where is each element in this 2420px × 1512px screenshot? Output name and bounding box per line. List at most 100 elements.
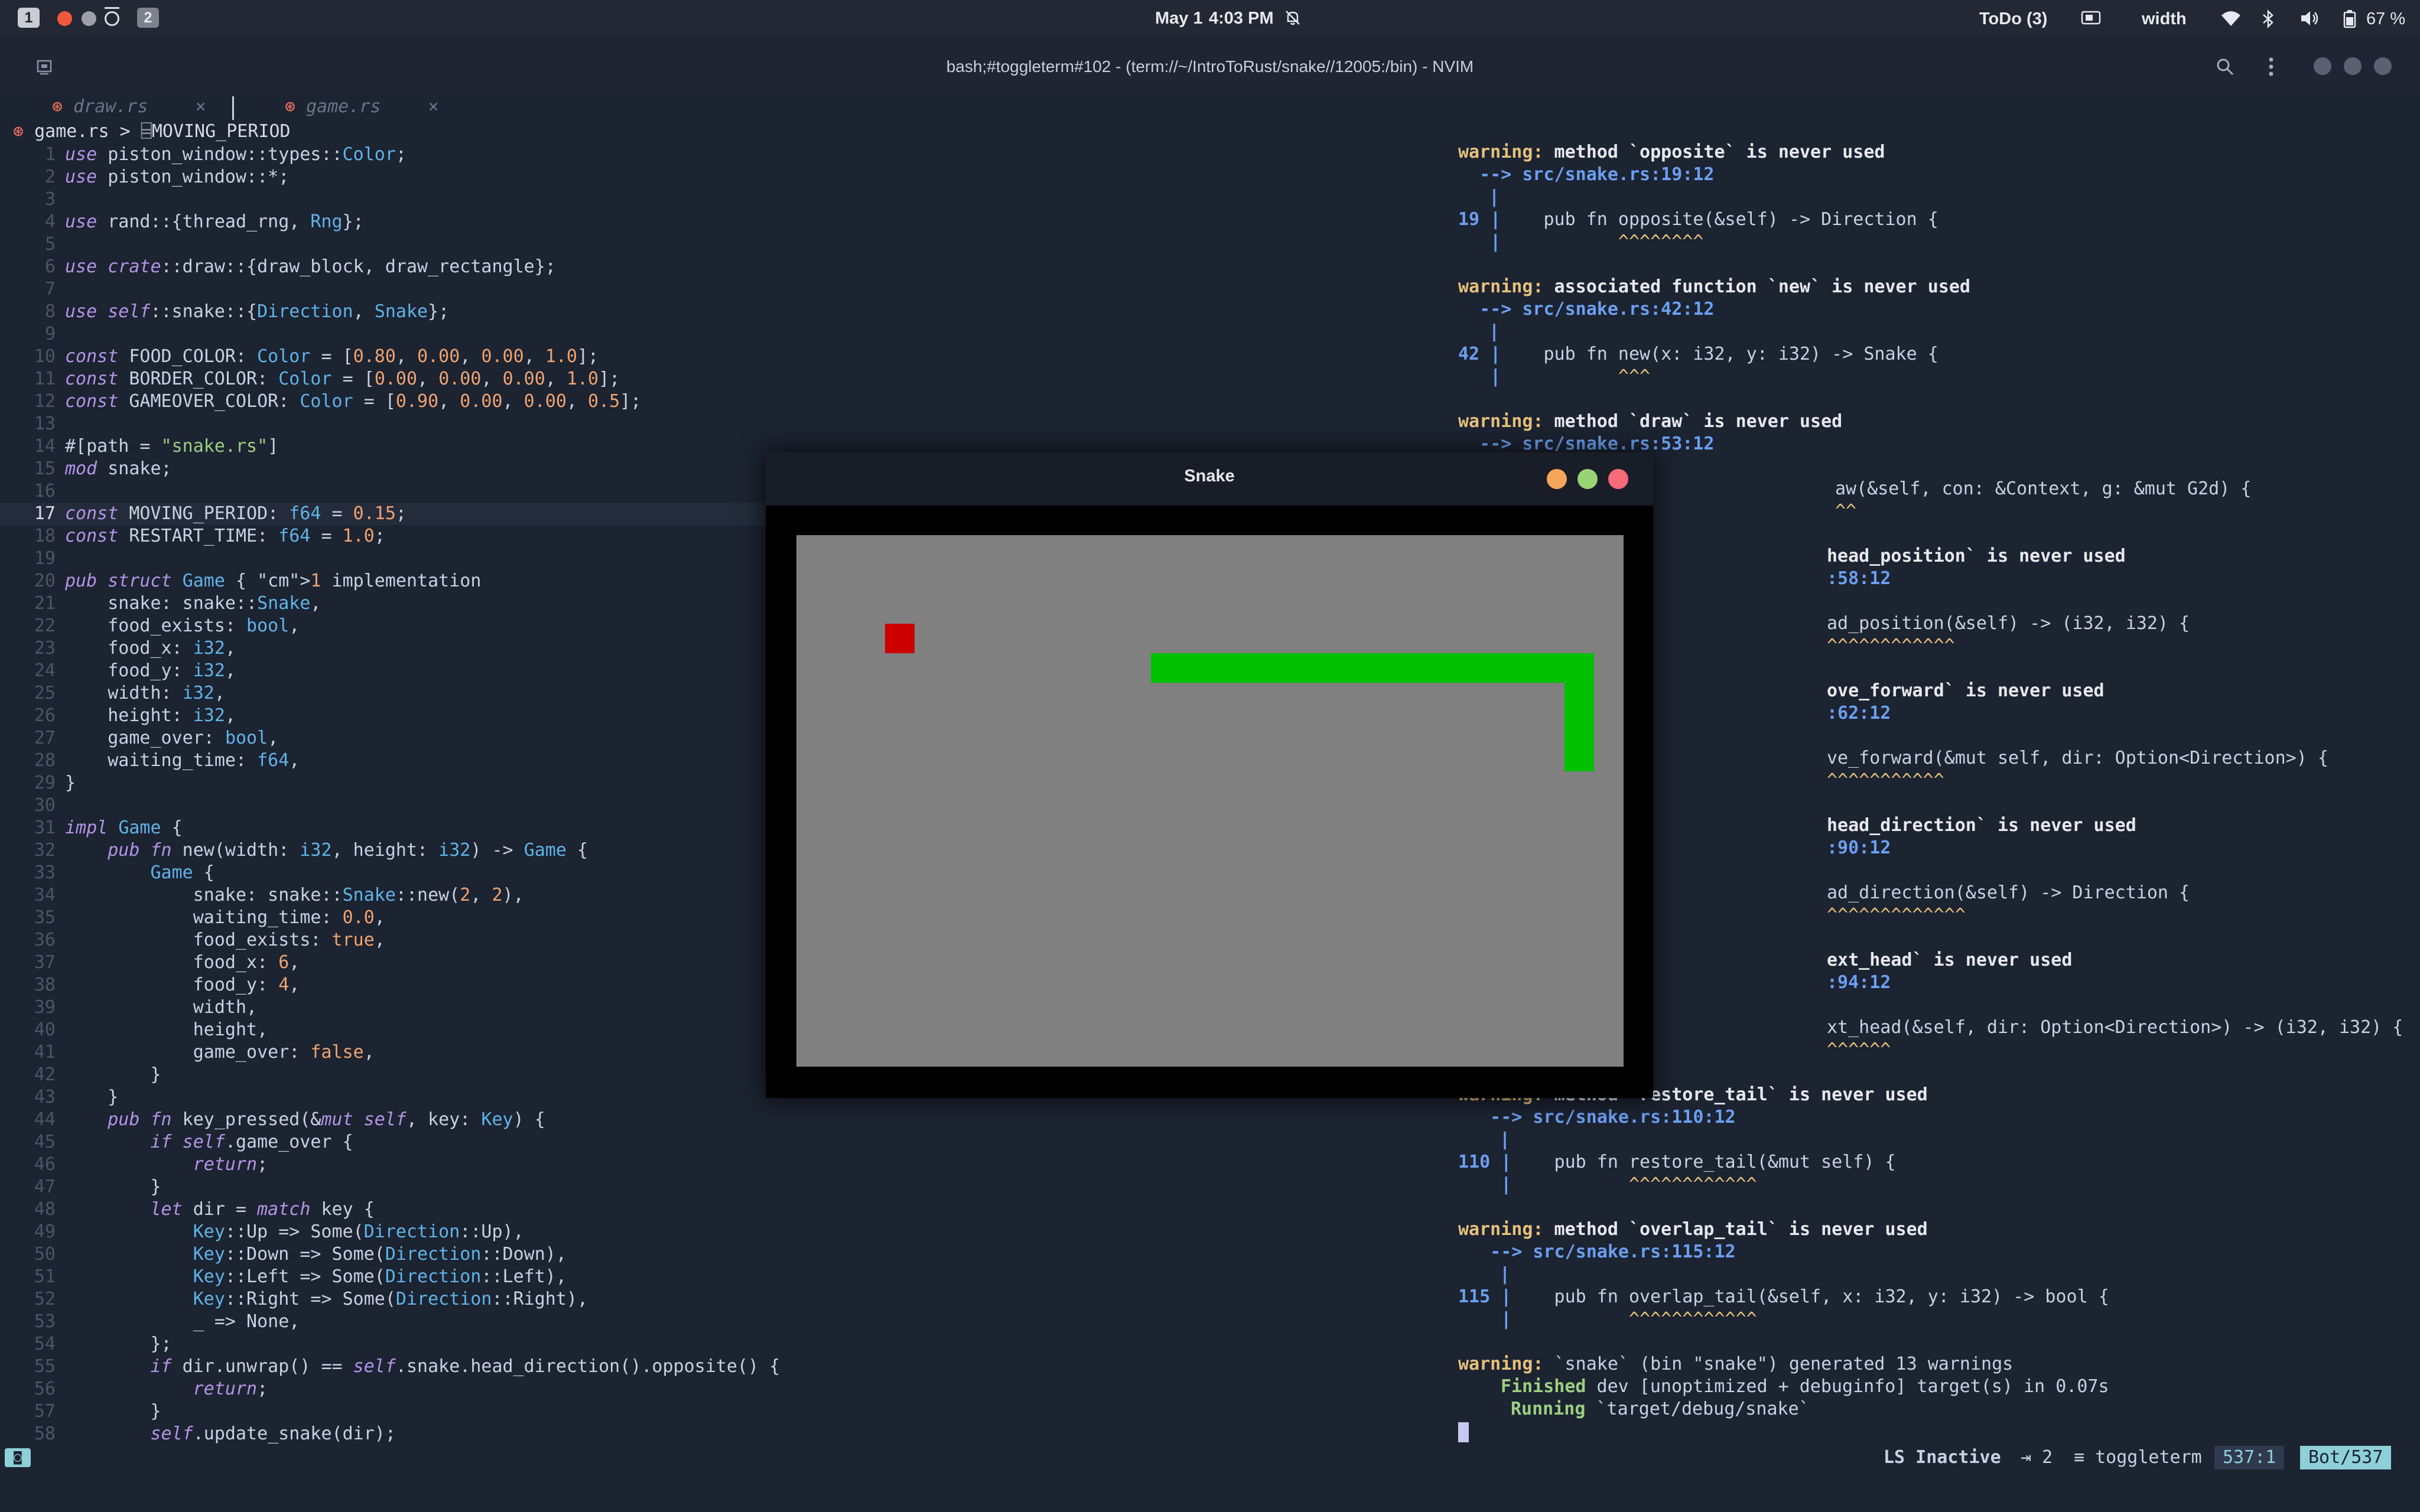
code-text[interactable]: Key::Down => Some(Direction::Down), bbox=[65, 1243, 567, 1266]
breadcrumb-file[interactable]: game.rs bbox=[34, 121, 109, 142]
code-line[interactable]: 9 bbox=[0, 323, 1418, 346]
code-text[interactable]: const RESTART_TIME: f64 = 1.0; bbox=[65, 525, 385, 548]
code-text[interactable]: } bbox=[65, 1400, 161, 1423]
code-line[interactable]: 51 Key::Left => Some(Direction::Left), bbox=[0, 1266, 1418, 1288]
code-line[interactable]: 47 } bbox=[0, 1176, 1418, 1198]
maximize-button[interactable] bbox=[1577, 469, 1598, 489]
code-text[interactable]: use rand::{thread_rng, Rng}; bbox=[65, 211, 364, 233]
code-text[interactable]: food_y: 4, bbox=[65, 974, 300, 996]
code-text[interactable]: self.update_snake(dir); bbox=[65, 1423, 396, 1445]
workspace-2-button[interactable]: 2 bbox=[137, 8, 159, 28]
tab-close-icon[interactable]: × bbox=[428, 96, 439, 117]
code-text[interactable]: if dir.unwrap() == self.snake.head_direc… bbox=[65, 1355, 780, 1378]
code-line[interactable]: 45 if self.game_over { bbox=[0, 1131, 1418, 1153]
code-text[interactable]: food_x: i32, bbox=[65, 637, 236, 660]
tab-game-rs[interactable]: ⊛ game.rs × bbox=[285, 96, 439, 121]
code-text[interactable]: use piston_window::*; bbox=[65, 166, 289, 188]
code-text[interactable]: }; bbox=[65, 1333, 171, 1355]
code-text[interactable]: impl Game { bbox=[65, 817, 183, 839]
code-text[interactable]: width: i32, bbox=[65, 682, 225, 705]
code-line[interactable]: 13 bbox=[0, 413, 1418, 435]
code-line[interactable]: 5 bbox=[0, 233, 1418, 256]
code-text[interactable]: #[path = "snake.rs"] bbox=[65, 435, 278, 458]
code-text[interactable]: height, bbox=[65, 1019, 268, 1041]
code-text[interactable]: } bbox=[65, 772, 76, 794]
close-button[interactable] bbox=[2374, 57, 2392, 75]
code-text[interactable]: waiting_time: 0.0, bbox=[65, 907, 385, 929]
code-line[interactable]: 10 const FOOD_COLOR: Color = [0.80, 0.00,… bbox=[0, 346, 1418, 368]
breadcrumb-symbol[interactable]: MOVING_PERIOD bbox=[152, 121, 291, 142]
code-text[interactable]: const GAMEOVER_COLOR: Color = [0.90, 0.0… bbox=[65, 390, 641, 413]
code-text[interactable]: pub struct Game { "cm">1 implementation bbox=[65, 570, 481, 592]
date-label[interactable]: May 1 bbox=[1155, 9, 1203, 28]
code-text[interactable]: } bbox=[65, 1064, 161, 1086]
code-text[interactable]: return; bbox=[65, 1378, 268, 1400]
code-text[interactable]: game_over: bool, bbox=[65, 727, 278, 750]
code-line[interactable]: 58 self.update_snake(dir); bbox=[0, 1423, 1418, 1445]
code-text[interactable]: Key::Right => Some(Direction::Right), bbox=[65, 1288, 588, 1311]
code-line[interactable]: 49 Key::Up => Some(Direction::Up), bbox=[0, 1221, 1418, 1243]
code-text[interactable]: food_exists: bool, bbox=[65, 615, 300, 637]
code-line[interactable]: 2 use piston_window::*; bbox=[0, 166, 1418, 188]
code-text[interactable]: Key::Left => Some(Direction::Left), bbox=[65, 1266, 567, 1288]
code-line[interactable]: 52 Key::Right => Some(Direction::Right), bbox=[0, 1288, 1418, 1311]
maximize-button[interactable] bbox=[2344, 57, 2362, 75]
code-line[interactable]: 50 Key::Down => Some(Direction::Down), bbox=[0, 1243, 1418, 1266]
code-text[interactable]: Game { bbox=[65, 862, 214, 884]
code-text[interactable]: use crate::draw::{draw_block, draw_recta… bbox=[65, 256, 556, 278]
code-text[interactable]: snake: snake::Snake, bbox=[65, 592, 321, 615]
wifi-icon[interactable] bbox=[2220, 9, 2242, 32]
code-text[interactable]: game_over: false, bbox=[65, 1041, 375, 1064]
snake-window-titlebar[interactable]: Snake bbox=[766, 452, 1653, 506]
window-titlebar[interactable]: bash;#toggleterm#102 - (term://~/IntroTo… bbox=[0, 37, 2420, 96]
code-text[interactable]: snake: snake::Snake::new(2, 2), bbox=[65, 884, 524, 907]
code-text[interactable]: mod snake; bbox=[65, 458, 172, 480]
code-text[interactable]: waiting_time: f64, bbox=[65, 750, 300, 772]
code-text[interactable]: use self::snake::{Direction, Snake}; bbox=[65, 301, 449, 323]
code-text[interactable]: return; bbox=[65, 1153, 268, 1176]
search-icon[interactable] bbox=[2216, 57, 2234, 80]
kebab-menu-icon[interactable] bbox=[2268, 56, 2275, 82]
time-label[interactable]: 4:03 PM bbox=[1209, 9, 1274, 28]
tab-close-icon[interactable]: × bbox=[196, 96, 206, 117]
code-text[interactable]: if self.game_over { bbox=[65, 1131, 353, 1153]
code-line[interactable]: 6 use crate::draw::{draw_block, draw_rect… bbox=[0, 256, 1418, 278]
workspace-1-button[interactable]: 1 bbox=[18, 8, 40, 28]
code-text[interactable]: food_y: i32, bbox=[65, 660, 236, 682]
code-line[interactable]: 1 use piston_window::types::Color; bbox=[0, 144, 1418, 166]
code-text[interactable]: food_exists: true, bbox=[65, 929, 385, 951]
code-text[interactable]: pub fn key_pressed(&mut self, key: Key) … bbox=[65, 1109, 545, 1131]
game-board[interactable] bbox=[796, 535, 1624, 1067]
code-line[interactable]: 4 use rand::{thread_rng, Rng}; bbox=[0, 211, 1418, 233]
code-text[interactable]: } bbox=[65, 1176, 161, 1198]
code-text[interactable]: height: i32, bbox=[65, 705, 236, 727]
code-line[interactable]: 57 } bbox=[0, 1400, 1418, 1423]
minimize-button[interactable] bbox=[1547, 469, 1567, 489]
code-line[interactable]: 46 return; bbox=[0, 1153, 1418, 1176]
width-indicator[interactable]: width bbox=[2142, 9, 2187, 29]
code-text[interactable]: pub fn new(width: i32, height: i32) -> G… bbox=[65, 839, 588, 862]
code-text[interactable]: let dir = match key { bbox=[65, 1198, 375, 1221]
screen-icon[interactable] bbox=[2081, 9, 2101, 32]
code-text[interactable]: const FOOD_COLOR: Color = [0.80, 0.00, 0… bbox=[65, 346, 599, 368]
tab-draw-rs[interactable]: ⊛ draw.rs × bbox=[52, 96, 206, 121]
code-line[interactable]: 7 bbox=[0, 278, 1418, 301]
code-line[interactable]: 56 return; bbox=[0, 1378, 1418, 1400]
code-line[interactable]: 53 _ => None, bbox=[0, 1311, 1418, 1333]
brave-browser-icon[interactable] bbox=[57, 11, 72, 26]
todo-indicator[interactable]: ToDo (3) bbox=[1979, 9, 2047, 29]
code-line[interactable]: 54 }; bbox=[0, 1333, 1418, 1355]
code-text[interactable]: use piston_window::types::Color; bbox=[65, 144, 406, 166]
code-text[interactable]: food_x: 6, bbox=[65, 951, 300, 974]
code-text[interactable]: } bbox=[65, 1086, 118, 1109]
bluetooth-icon[interactable] bbox=[2262, 9, 2275, 33]
code-text[interactable]: Key::Up => Some(Direction::Up), bbox=[65, 1221, 524, 1243]
notifications-muted-icon[interactable] bbox=[1283, 8, 1302, 32]
code-line[interactable]: 3 bbox=[0, 188, 1418, 211]
code-text[interactable]: const BORDER_COLOR: Color = [0.00, 0.00,… bbox=[65, 368, 620, 390]
blocked-app-icon[interactable] bbox=[105, 11, 119, 26]
code-line[interactable]: 8 use self::snake::{Direction, Snake}; bbox=[0, 301, 1418, 323]
battery-icon[interactable] bbox=[2343, 9, 2356, 33]
volume-icon[interactable] bbox=[2299, 9, 2320, 32]
code-text[interactable]: _ => None, bbox=[65, 1311, 300, 1333]
